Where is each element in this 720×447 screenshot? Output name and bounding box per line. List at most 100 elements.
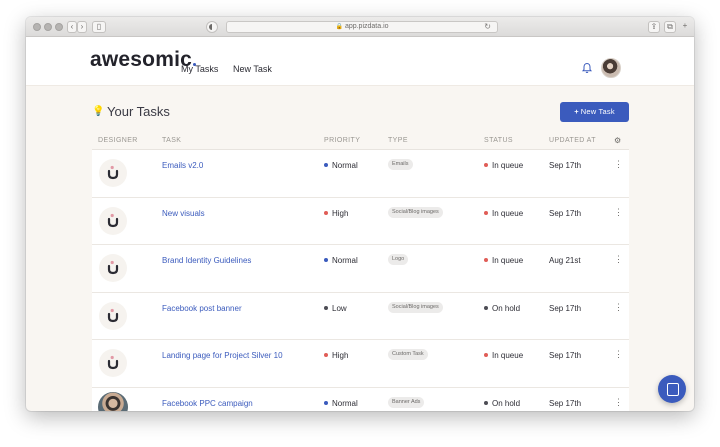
- browser-window: ‹ › ▯ 🔒 app.pizdata.io ↻ ⇪ ⧉ + awesomic M…: [26, 17, 694, 411]
- updated-at-cell: Sep 17th: [549, 351, 582, 360]
- designer-logo-icon: [107, 355, 119, 370]
- task-link[interactable]: Landing page for Project Silver 10: [162, 351, 283, 360]
- browser-toolbar: ‹ › ▯ 🔒 app.pizdata.io ↻ ⇪ ⧉ +: [26, 17, 694, 37]
- table-row[interactable]: New visuals High Social/Blog images In queu…: [92, 197, 629, 245]
- chat-icon[interactable]: [658, 375, 686, 403]
- sidebar-icon[interactable]: ▯: [92, 21, 106, 33]
- status-cell: In queue: [484, 161, 523, 170]
- minimize-window-icon[interactable]: [44, 23, 52, 31]
- updated-at-cell: Sep 17th: [549, 398, 582, 408]
- task-link[interactable]: Facebook post banner: [162, 304, 242, 313]
- kebab-menu-icon[interactable]: ⋮: [614, 302, 623, 312]
- task-link[interactable]: Emails v2.0: [162, 161, 203, 170]
- designer-logo-icon: [107, 165, 119, 180]
- column-updated-at[interactable]: UPDATED AT: [549, 137, 596, 144]
- app-header: awesomic My Tasks New Task: [26, 37, 694, 86]
- status-dot: [484, 305, 488, 310]
- type-badge: Emails: [388, 159, 413, 170]
- priority-dot: [324, 353, 328, 357]
- new-tab-icon[interactable]: +: [680, 21, 690, 33]
- priority-cell: Normal: [324, 256, 358, 265]
- bell-icon[interactable]: [581, 62, 593, 74]
- designer-logo-icon: [107, 213, 119, 227]
- priority-dot: [324, 305, 328, 310]
- kebab-menu-icon[interactable]: ⋮: [614, 397, 623, 407]
- kebab-menu-icon[interactable]: ⋮: [614, 159, 623, 169]
- priority-dot: [324, 258, 328, 262]
- kebab-menu-icon[interactable]: ⋮: [614, 349, 623, 359]
- type-badge: Logo: [388, 254, 409, 265]
- column-status[interactable]: STATUS: [484, 137, 513, 144]
- table-row[interactable]: Facebook PPC campaign Normal Banner Ads On …: [92, 387, 629, 411]
- status-dot: [484, 400, 488, 405]
- type-badge: Social/Blog images: [388, 301, 443, 313]
- address-bar[interactable]: 🔒 app.pizdata.io ↻: [226, 21, 498, 33]
- status-dot: [484, 210, 488, 215]
- task-link[interactable]: New visuals: [162, 209, 205, 218]
- table-row[interactable]: Emails v2.0 Normal Emails In queue Sep 17th ⋮: [92, 150, 629, 198]
- kebab-menu-icon[interactable]: ⋮: [614, 254, 623, 264]
- column-type[interactable]: TYPE: [388, 137, 408, 144]
- new-task-button[interactable]: + New Task: [560, 102, 629, 122]
- forward-icon[interactable]: ›: [77, 21, 87, 33]
- reload-icon[interactable]: ↻: [484, 22, 491, 32]
- status-dot: [484, 258, 488, 262]
- user-avatar[interactable]: [601, 58, 621, 78]
- designer-avatar: [99, 301, 127, 330]
- table-row[interactable]: Brand Identity Guidelines Normal Logo In qu…: [92, 245, 629, 293]
- table-row[interactable]: Facebook post banner Low Social/Blog image…: [92, 292, 629, 340]
- column-task[interactable]: TASK: [162, 137, 181, 144]
- priority-cell: Normal: [324, 399, 358, 408]
- updated-at-cell: Sep 17th: [549, 208, 582, 218]
- lock-icon: 🔒: [335, 24, 343, 30]
- table-header: DESIGNER TASK PRIORITY TYPE STATUS UPDAT…: [92, 130, 629, 150]
- priority-cell: High: [324, 351, 348, 360]
- priority-cell: Low: [324, 304, 347, 313]
- table-row[interactable]: Landing page for Project Silver 10 High Cu…: [92, 340, 629, 388]
- page-title: Your Tasks: [107, 104, 170, 119]
- close-window-icon[interactable]: [33, 23, 41, 31]
- url-text: app.pizdata.io: [344, 23, 389, 30]
- priority-cell: Normal: [324, 161, 358, 170]
- type-badge: Banner Ads: [388, 396, 425, 408]
- back-icon[interactable]: ‹: [67, 21, 77, 33]
- status-cell: In queue: [484, 256, 523, 265]
- priority-dot: [324, 163, 328, 167]
- designer-avatar: [99, 254, 127, 282]
- designer-logo-icon: [107, 308, 119, 322]
- column-designer[interactable]: DESIGNER: [98, 137, 138, 144]
- task-link[interactable]: Brand Identity Guidelines: [162, 256, 251, 265]
- priority-cell: High: [324, 209, 348, 218]
- gear-icon[interactable]: ⚙: [614, 136, 621, 145]
- kebab-menu-icon[interactable]: ⋮: [614, 207, 623, 217]
- status-cell: On hold: [484, 399, 520, 408]
- designer-avatar: [99, 159, 127, 187]
- priority-dot: [324, 400, 328, 405]
- zoom-window-icon[interactable]: [55, 23, 63, 31]
- tabs-icon[interactable]: ⧉: [664, 21, 676, 33]
- type-badge: Social/Blog images: [388, 206, 443, 218]
- status-cell: In queue: [484, 209, 523, 218]
- bulb-icon: 💡: [92, 106, 105, 117]
- status-dot: [484, 353, 488, 357]
- column-priority[interactable]: PRIORITY: [324, 137, 360, 144]
- status-dot: [484, 163, 488, 167]
- designer-avatar: [99, 206, 127, 235]
- share-icon[interactable]: ⇪: [648, 21, 660, 33]
- nav-my-tasks[interactable]: My Tasks: [181, 64, 218, 74]
- designer-avatar: [99, 349, 127, 377]
- priority-dot: [324, 210, 328, 215]
- plus-icon: +: [574, 107, 579, 116]
- updated-at-cell: Aug 21st: [549, 256, 581, 265]
- task-link[interactable]: Facebook PPC campaign: [162, 399, 253, 408]
- updated-at-cell: Sep 17th: [549, 161, 582, 170]
- status-cell: In queue: [484, 351, 523, 360]
- updated-at-cell: Sep 17th: [549, 303, 582, 313]
- type-badge: Custom Task: [388, 349, 428, 360]
- nav-new-task[interactable]: New Task: [233, 64, 272, 74]
- privacy-icon[interactable]: [206, 21, 218, 33]
- designer-logo-icon: [107, 260, 119, 275]
- tasks-table: DESIGNER TASK PRIORITY TYPE STATUS UPDAT…: [92, 130, 629, 411]
- status-cell: On hold: [484, 304, 520, 313]
- table-body: Emails v2.0 Normal Emails In queue Sep 17th ⋮…: [92, 150, 629, 411]
